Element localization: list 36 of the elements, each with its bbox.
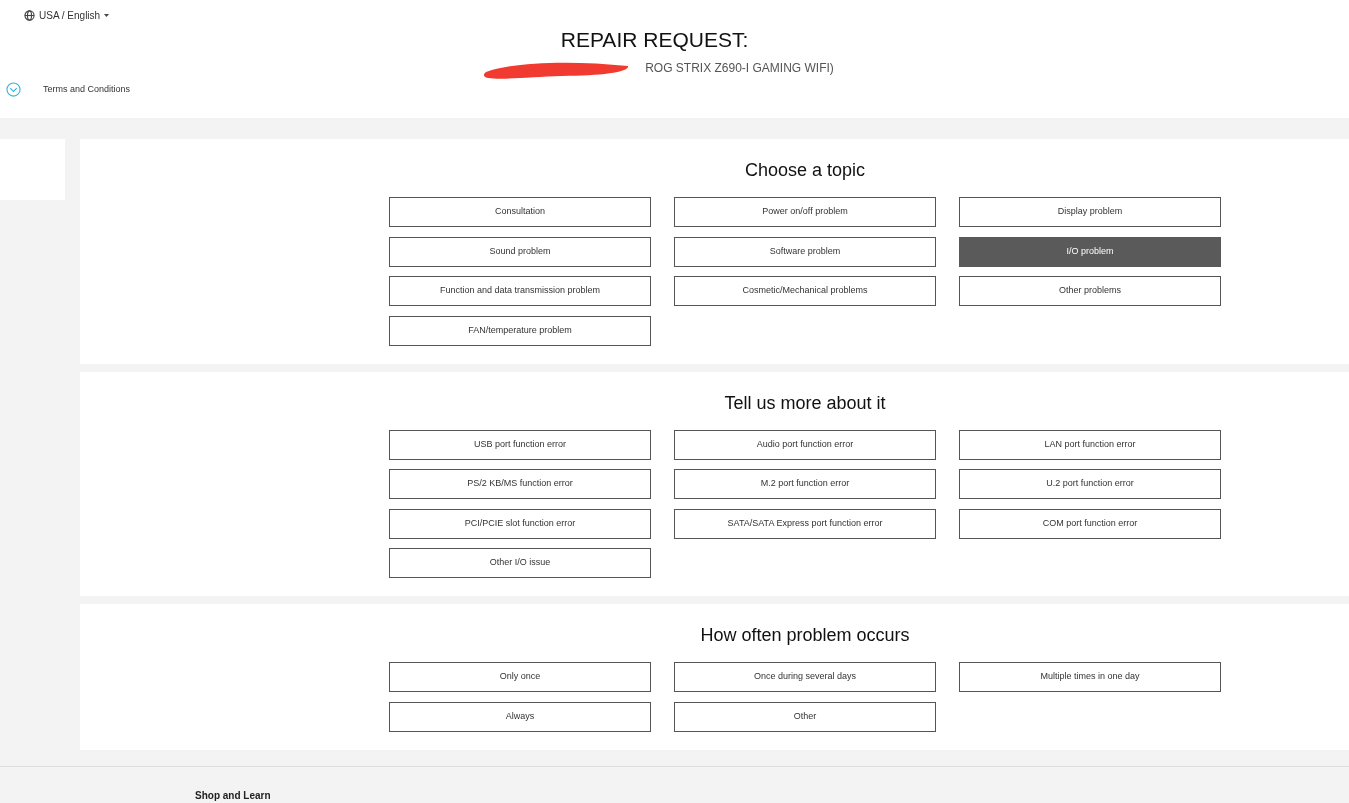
terms-link[interactable]: Terms and Conditions <box>6 82 131 97</box>
option-button[interactable]: I/O problem <box>959 236 1221 267</box>
locale-selector[interactable]: USA / English <box>24 8 110 23</box>
option-button[interactable]: Sound problem <box>389 236 651 267</box>
option-button[interactable]: Other problems <box>959 276 1221 306</box>
option-button[interactable]: PCI/PCIE slot function error <box>389 508 651 539</box>
option-button[interactable]: Once during several days <box>674 662 936 692</box>
section-heading: Tell us more about it <box>723 391 887 415</box>
option-button[interactable]: USB port function error <box>389 429 651 460</box>
option-button[interactable]: Always <box>389 701 651 732</box>
option-button[interactable]: Audio port function error <box>674 429 936 460</box>
globe-icon <box>24 10 35 21</box>
product-subtitle: ROG STRIX Z690-I GAMING WIFI) <box>645 60 834 78</box>
option-button[interactable]: COM port function error <box>959 508 1221 539</box>
option-button[interactable]: Other <box>674 701 936 732</box>
option-button[interactable]: SATA/SATA Express port function error <box>674 508 936 539</box>
option-button[interactable]: Software problem <box>674 236 936 267</box>
footer-heading: Shop and Learn <box>195 789 271 803</box>
option-button[interactable]: Consultation <box>389 197 651 227</box>
option-button[interactable]: M.2 port function error <box>674 469 936 499</box>
page-title: REPAIR REQUEST: <box>560 27 749 53</box>
section-heading: Choose a topic <box>743 159 867 182</box>
option-button[interactable]: Power on/off problem <box>674 197 936 227</box>
chevron-down-circle-icon <box>6 82 21 97</box>
option-button[interactable]: Other I/O issue <box>389 548 651 578</box>
caret-icon <box>104 14 110 17</box>
option-button[interactable]: Function and data transmission problem <box>389 276 651 306</box>
option-button[interactable]: Only once <box>389 662 651 692</box>
section-heading: How often problem occurs <box>699 624 911 647</box>
option-button[interactable]: Cosmetic/Mechanical problems <box>674 276 936 306</box>
option-button[interactable]: Multiple times in one day <box>959 662 1221 692</box>
option-button[interactable]: LAN port function error <box>959 429 1221 460</box>
option-button[interactable]: Display problem <box>959 197 1221 227</box>
option-button[interactable]: FAN/temperature problem <box>389 315 651 346</box>
option-button[interactable]: U.2 port function error <box>959 469 1221 499</box>
option-button[interactable]: PS/2 KB/MS function error <box>389 469 651 499</box>
